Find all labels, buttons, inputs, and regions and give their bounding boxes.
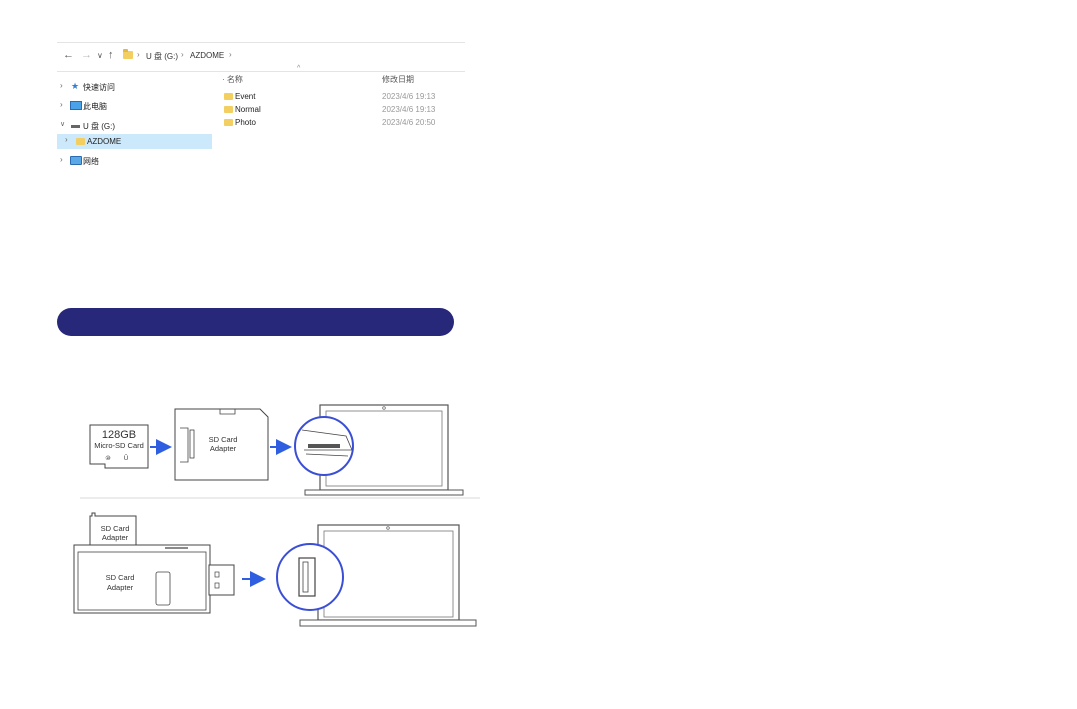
- up-arrow-icon[interactable]: ↑: [108, 49, 114, 61]
- breadcrumb-chevron-icon[interactable]: ›: [229, 50, 232, 59]
- computer-icon: [70, 101, 82, 110]
- adapter-label-line2: Adapter: [102, 533, 129, 542]
- sd-card-adapter: SD Card Adapter: [174, 408, 269, 481]
- drive-icon: [71, 125, 80, 128]
- file-name: Normal: [235, 105, 261, 114]
- folder-icon: [123, 49, 133, 59]
- folder-icon: [224, 119, 233, 126]
- breadcrumb-folder[interactable]: AZDOME: [190, 51, 224, 60]
- class10-icon: ⑩: [105, 455, 110, 462]
- card-capacity-label: 128GB: [102, 429, 136, 441]
- card-reader-illustration: 128GB Micro-SD Card ⑩ Ū SD Card Adapter: [70, 400, 482, 628]
- file-name: Photo: [235, 118, 256, 127]
- folder-icon: [76, 138, 85, 145]
- adapter-label-line1: SD Card: [106, 573, 135, 582]
- chevron-down-icon[interactable]: ∨: [60, 120, 65, 128]
- folder-icon: [224, 93, 233, 100]
- file-date: 2023/4/6 19:13: [382, 92, 436, 101]
- breadcrumb-separator-icon: ›: [181, 50, 184, 59]
- card-type-label: Micro-SD Card: [94, 441, 144, 450]
- breadcrumb-separator-icon: ›: [137, 50, 140, 59]
- file-row[interactable]: Photo 2023/4/6 20:50: [220, 117, 465, 129]
- back-arrow-icon[interactable]: ←: [63, 49, 74, 61]
- sort-ascending-icon: ^: [297, 65, 301, 72]
- breadcrumb-drive[interactable]: U 盘 (G:): [146, 51, 178, 62]
- uhs-icon: Ū: [124, 455, 128, 462]
- file-explorer: ← → ∨ ↑ › U 盘 (G:) › AZDOME › › ★ 快速访问 ›…: [57, 42, 465, 172]
- address-bar: ← → ∨ ↑ › U 盘 (G:) › AZDOME ›: [57, 42, 465, 72]
- file-name: Event: [235, 92, 256, 101]
- chevron-right-icon[interactable]: ›: [60, 100, 63, 109]
- tree-item-label: AZDOME: [87, 137, 122, 146]
- tree-item-quick-access[interactable]: › ★ 快速访问: [57, 80, 212, 95]
- tree-item-usb-drive[interactable]: ∨ U 盘 (G:): [57, 119, 212, 134]
- tree-item-label: U 盘 (G:): [83, 122, 115, 131]
- star-icon: ★: [71, 81, 80, 91]
- file-list: ^ · 名称 修改日期 Event 2023/4/6 19:13 Normal …: [220, 65, 465, 172]
- micro-sd-card: 128GB Micro-SD Card ⑩ Ū: [89, 424, 149, 469]
- file-date: 2023/4/6 20:50: [382, 118, 436, 127]
- network-icon: [70, 156, 82, 165]
- column-header-modified[interactable]: 修改日期: [382, 74, 414, 85]
- file-date: 2023/4/6 19:13: [382, 105, 436, 114]
- tree-item-network[interactable]: › 网络: [57, 154, 212, 169]
- file-row[interactable]: Event 2023/4/6 19:13: [220, 91, 465, 103]
- adapter-label-line1: SD Card: [209, 435, 238, 444]
- column-header-name[interactable]: · 名称: [222, 74, 243, 85]
- tree-item-azdome[interactable]: › AZDOME: [57, 134, 212, 149]
- section-banner: [57, 308, 454, 336]
- column-header-name-label: 名称: [226, 75, 243, 84]
- adapter-label-line2: Adapter: [210, 444, 237, 453]
- usb-card-reader: SD Card Adapter SD Card Adapter: [73, 512, 235, 614]
- sd-slot-zoom: [294, 416, 354, 476]
- adapter-label-line1: SD Card: [101, 524, 130, 533]
- tree-item-label: 网络: [83, 157, 99, 166]
- tree-item-label: 此电脑: [83, 102, 107, 111]
- recent-locations-chevron-icon[interactable]: ∨: [97, 51, 103, 60]
- tree-item-label: 快速访问: [83, 83, 115, 92]
- forward-arrow-icon[interactable]: →: [81, 49, 92, 61]
- usb-port-zoom: [276, 543, 344, 611]
- chevron-right-icon[interactable]: ›: [60, 155, 63, 164]
- tree-item-this-pc[interactable]: › 此电脑: [57, 99, 212, 114]
- chevron-right-icon[interactable]: ›: [60, 81, 63, 90]
- illustration-drawing: 128GB Micro-SD Card ⑩ Ū SD Card Adapter: [73, 404, 480, 627]
- chevron-right-icon[interactable]: ›: [65, 135, 68, 144]
- adapter-label-line2: Adapter: [107, 583, 134, 592]
- file-row[interactable]: Normal 2023/4/6 19:13: [220, 104, 465, 116]
- folder-icon: [224, 106, 233, 113]
